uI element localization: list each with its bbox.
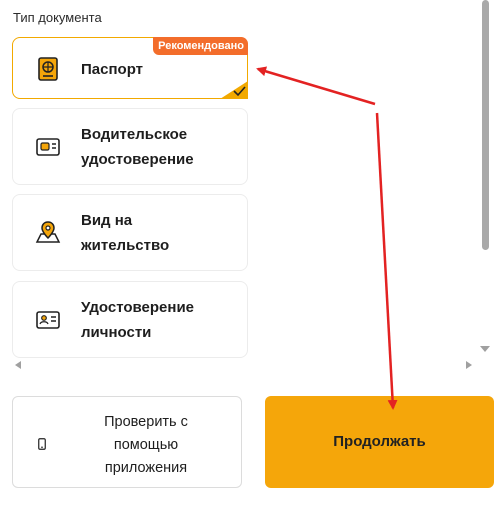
document-option-label: Паспорт — [81, 61, 143, 78]
phone-icon — [38, 437, 46, 450]
continue-button[interactable]: Продолжать — [265, 396, 494, 488]
document-option-passport[interactable]: Паспорт Рекомендовано — [12, 37, 248, 99]
document-option-label: Удостоверение личности — [81, 299, 195, 341]
document-type-title: Тип документа — [13, 10, 102, 25]
document-option-id-card[interactable]: Удостоверение личности — [12, 281, 248, 358]
continue-label: Продолжать — [333, 433, 426, 450]
passport-icon — [35, 56, 61, 82]
document-option-label: Водительское удостоверение — [81, 126, 194, 168]
driver-license-icon — [35, 134, 61, 160]
id-card-icon — [35, 307, 61, 333]
document-option-driver-license[interactable]: Водительское удостоверение — [12, 108, 248, 185]
recommended-badge: Рекомендовано — [153, 37, 248, 55]
verify-with-app-label: Проверить с помощью приложения — [104, 414, 188, 476]
document-option-label: Вид на жительство — [81, 212, 170, 254]
checkmark-icon — [220, 81, 248, 99]
scroll-left-arrow-icon[interactable] — [15, 361, 21, 369]
residence-permit-icon — [35, 220, 61, 246]
horizontal-scrollbar[interactable] — [12, 358, 482, 372]
vertical-scrollbar-thumb[interactable] — [482, 0, 489, 250]
document-option-residence-permit[interactable]: Вид на жительство — [12, 194, 248, 271]
arrow-to-passport — [256, 66, 376, 106]
verify-with-app-button[interactable]: Проверить с помощью приложения — [12, 396, 242, 488]
scroll-down-arrow-icon[interactable] — [480, 346, 490, 352]
scroll-right-arrow-icon[interactable] — [466, 361, 472, 369]
